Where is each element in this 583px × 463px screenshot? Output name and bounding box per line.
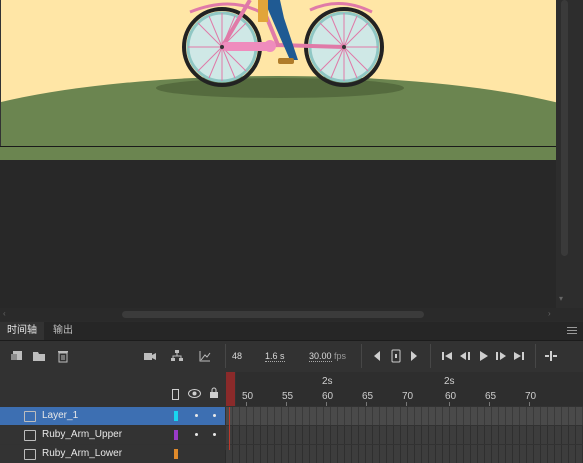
ruler-tick [326,402,327,406]
scroll-right-icon[interactable]: › [548,309,551,318]
delete-icon[interactable] [56,349,70,363]
ruler-tick [489,402,490,406]
layer-row-ruby-arm-lower[interactable]: Ruby_Arm_Lower [0,445,583,463]
layer-name: Ruby_Arm_Upper [42,429,123,440]
layer-name-cell[interactable]: Layer_1 [0,407,225,425]
prev-keyframe-icon[interactable] [370,349,384,363]
layer-frames[interactable] [226,426,583,444]
ruler-frame-label: 50 [242,391,254,402]
ruler-tick [366,402,367,406]
ruler-frame-label: 70 [402,391,414,402]
ruler-seconds-label: 2s [444,376,455,387]
current-frame-field[interactable]: 48 [232,351,242,361]
layer-icon [24,411,36,422]
go-to-first-icon[interactable] [440,349,454,363]
layer-row-ruby-arm-upper[interactable]: Ruby_Arm_Upper [0,426,583,444]
ruler-tick [529,402,530,406]
graph-icon[interactable] [198,349,212,363]
fps-field[interactable]: 30.00 fps [309,351,347,362]
current-time-field[interactable]: 1.6 s [265,351,285,362]
layer-name: Layer_1 [42,410,79,421]
eye-icon[interactable] [188,389,201,398]
layer-parenting-icon[interactable] [170,349,184,363]
ruler-frame-label: 65 [362,391,374,402]
bicycle-scene-illustration [0,0,556,160]
vertical-scroll-thumb[interactable] [561,0,568,256]
vertical-scrollbar[interactable]: ▾ [556,0,583,308]
layer-color-swatch[interactable] [174,430,178,440]
ruler-tick [246,402,247,406]
ruler-tick [449,402,450,406]
visibility-dot[interactable] [195,433,198,436]
layer-icon [24,430,36,441]
frame-ruler[interactable]: 2s 2s 50 55 60 65 70 60 65 70 [236,372,583,406]
scroll-left-icon[interactable]: ‹ [3,309,6,318]
horizontal-scroll-thumb[interactable] [122,311,424,318]
stage-area: ▾ [0,0,583,310]
tab-timeline[interactable]: 时间轴 [0,322,44,340]
step-forward-icon[interactable] [494,349,508,363]
toolbar-separator [535,344,536,368]
ruler-seconds-label: 2s [322,376,333,387]
timeline-header: 2s 2s 50 55 60 65 70 60 65 70 [0,372,583,406]
toolbar-separator [225,344,226,368]
layer-name-cell[interactable]: Ruby_Arm_Upper [0,426,225,444]
toolbar-separator [430,344,431,368]
toolbar-separator [361,344,362,368]
lock-icon[interactable] [209,387,219,398]
new-folder-icon[interactable] [32,349,46,363]
layer-frames[interactable] [226,445,583,463]
layer-color-swatch[interactable] [174,411,178,421]
panel-menu-icon[interactable] [567,327,577,336]
fps-value: 30.00 [309,351,332,362]
ruler-tick [286,402,287,406]
play-icon[interactable] [476,349,490,363]
layer-name-cell[interactable]: Ruby_Arm_Lower [0,445,225,463]
camera-icon[interactable] [143,349,157,363]
tab-output[interactable]: 输出 [46,322,80,340]
outline-toggle-icon[interactable] [172,389,179,400]
center-frame-icon[interactable] [544,349,558,363]
ruler-frame-label: 65 [485,391,497,402]
horizontal-scrollbar[interactable]: ‹ › [0,308,583,321]
playhead-handle[interactable] [226,372,235,406]
go-to-last-icon[interactable] [512,349,526,363]
current-time-value: 1.6 s [265,351,285,362]
add-keyframe-icon[interactable] [389,349,403,363]
next-keyframe-icon[interactable] [407,349,421,363]
layer-color-swatch[interactable] [174,449,178,459]
layer-row-layer-1[interactable]: Layer_1 [0,407,583,425]
new-layer-icon[interactable] [10,349,24,363]
ruler-tick [406,402,407,406]
lock-dot[interactable] [213,414,216,417]
panel-tabbar: 时间轴 输出 [0,322,583,341]
artboard-canvas[interactable] [0,0,556,160]
step-back-icon[interactable] [458,349,472,363]
scroll-down-icon[interactable]: ▾ [559,294,563,303]
ruler-frame-label: 70 [525,391,537,402]
timeline-toolbar: 48 1.6 s 30.00 fps [0,341,583,371]
ruler-frame-label: 60 [445,391,457,402]
lock-dot[interactable] [213,433,216,436]
layer-frames[interactable] [226,407,583,425]
layer-icon [24,449,36,460]
ruler-frame-label: 60 [322,391,334,402]
playhead-line [229,407,230,450]
ruler-frame-label: 55 [282,391,294,402]
visibility-dot[interactable] [195,414,198,417]
fps-unit: fps [334,351,347,361]
